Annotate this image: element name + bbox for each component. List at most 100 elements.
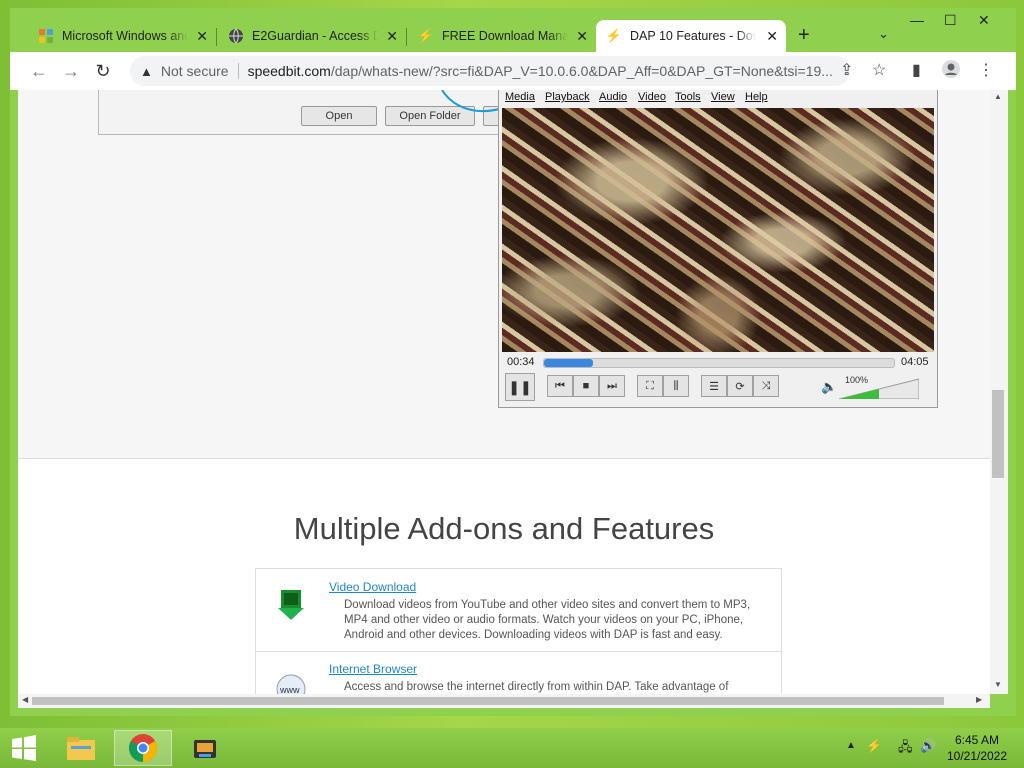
omnibox-divider	[237, 63, 239, 79]
share-icon[interactable]: ⇪	[840, 60, 853, 80]
total-time: 04:05	[901, 356, 929, 368]
close-window-button[interactable]: ✕	[978, 12, 990, 29]
folder-icon	[67, 737, 95, 760]
fullscreen-button[interactable]: ⛶	[637, 375, 663, 397]
equalizer-button[interactable]: ⫼	[663, 375, 689, 397]
section-title: Multiple Add-ons and Features	[293, 511, 715, 546]
tab-title: DAP 10 Features - Dow	[630, 29, 756, 43]
menu-kebab-icon[interactable]: ⋮	[978, 60, 994, 80]
horizontal-scrollbar[interactable]: ◀ ▶	[18, 694, 990, 708]
tab-free-download-manager[interactable]: ⚡ FREE Download Manag ✕	[408, 20, 596, 52]
url-text[interactable]: speedbit.com/dap/whats-new/?src=fi&DAP_V…	[248, 63, 838, 79]
tab-title: Microsoft Windows and	[62, 29, 188, 43]
vertical-scroll-thumb[interactable]	[992, 390, 1004, 478]
page-viewport: Open Open Folder Media Playback Audio Vi…	[18, 90, 990, 694]
tab-separator	[406, 28, 407, 46]
tab-title: FREE Download Manag	[442, 29, 568, 43]
dap-taskbar-button[interactable]	[176, 730, 234, 766]
playlist-button[interactable]: ☰	[701, 375, 727, 397]
menu-playback[interactable]: Playback	[545, 91, 590, 103]
video-frame[interactable]	[502, 108, 934, 352]
file-explorer-button[interactable]	[52, 730, 110, 766]
scroll-up-arrow-icon[interactable]: ▲	[994, 92, 1002, 101]
minimize-button[interactable]: —	[910, 12, 924, 28]
tab-e2guardian[interactable]: E2Guardian - Access De ✕	[218, 20, 406, 52]
chrome-icon	[129, 734, 157, 762]
features-list: Video Download Download videos from YouT…	[255, 568, 782, 694]
loop-button[interactable]: ⟳	[727, 375, 753, 397]
scroll-right-arrow-icon[interactable]: ▶	[976, 695, 982, 704]
dap-lightning-icon: ⚡	[605, 28, 623, 43]
open-button[interactable]: Open	[301, 106, 377, 126]
pause-button[interactable]: ❚❚	[505, 373, 535, 401]
media-player-window: Media Playback Audio Video Tools View He…	[498, 90, 938, 408]
side-panel-icon[interactable]: ▮	[912, 60, 921, 80]
feature-description: Download videos from YouTube and other v…	[344, 599, 751, 641]
scroll-down-arrow-icon[interactable]: ▼	[994, 680, 1002, 689]
dap-app-icon	[194, 740, 216, 758]
back-arrow-icon[interactable]: ←	[28, 60, 50, 82]
address-bar[interactable]: ▲ Not secure speedbit.com/dap/whats-new/…	[130, 56, 850, 86]
profile-avatar-icon[interactable]	[942, 60, 960, 83]
dap-tray-icon[interactable]: ⚡	[866, 738, 882, 754]
network-icon[interactable]: 🖧	[898, 738, 913, 760]
player-controls: ❚❚ ⏮ ■ ⏭ ⛶ ⫼ ☰ ⟳ ⤨ 🔈 100%	[499, 373, 937, 405]
scroll-left-arrow-icon[interactable]: ◀	[22, 695, 28, 704]
close-icon[interactable]: ✕	[196, 28, 208, 45]
maximize-button[interactable]: ☐	[944, 12, 957, 29]
previous-button[interactable]: ⏮	[547, 375, 573, 397]
tab-dap-features[interactable]: ⚡ DAP 10 Features - Dow ✕	[596, 20, 786, 52]
volume-tray-icon[interactable]: 🔊	[920, 738, 936, 754]
video-download-icon	[274, 588, 308, 622]
start-button[interactable]	[2, 730, 46, 766]
menu-tools[interactable]: Tools	[675, 91, 701, 103]
tab-microsoft-windows[interactable]: Microsoft Windows and ✕	[28, 20, 216, 52]
internet-browser-link[interactable]: Internet Browser	[329, 662, 417, 676]
close-icon[interactable]: ✕	[386, 28, 398, 45]
new-tab-button[interactable]: +	[798, 24, 810, 47]
taskbar: ▲ ⚡ 🖧 🔊 6:45 AM 10/21/2022	[0, 728, 1024, 768]
vertical-scrollbar[interactable]: ▲ ▼	[990, 90, 1008, 694]
seek-bar[interactable]	[543, 358, 895, 368]
stop-button[interactable]: ■	[573, 375, 599, 397]
url-host: speedbit.com	[247, 63, 331, 79]
menu-view[interactable]: View	[711, 91, 735, 103]
time-bar: 00:34 04:05	[499, 354, 937, 370]
tab-search-chevron-icon[interactable]: ⌄	[878, 26, 889, 42]
reload-icon[interactable]: ↻	[92, 60, 114, 82]
menu-audio[interactable]: Audio	[599, 91, 627, 103]
security-label[interactable]: Not secure	[161, 63, 229, 79]
tab-strip: Microsoft Windows and ✕ E2Guardian - Acc…	[10, 8, 1016, 54]
elapsed-time: 00:34	[507, 356, 535, 368]
menu-media[interactable]: Media	[505, 91, 535, 103]
close-icon[interactable]: ✕	[576, 28, 588, 45]
close-icon[interactable]: ✕	[766, 28, 778, 45]
globe-icon	[228, 28, 244, 44]
clock-date: 10/21/2022	[946, 749, 1008, 763]
features-section: Multiple Add-ons and Features Video Down…	[18, 459, 990, 694]
warning-triangle-icon[interactable]: ▲	[140, 64, 153, 79]
chrome-taskbar-button[interactable]	[114, 730, 172, 766]
system-clock[interactable]: 6:45 AM 10/21/2022	[942, 732, 1012, 764]
speaker-icon[interactable]: 🔈	[821, 379, 837, 395]
clock-time: 6:45 AM	[954, 733, 1000, 747]
next-button[interactable]: ⏭	[599, 375, 625, 397]
video-download-link[interactable]: Video Download	[329, 580, 416, 594]
windows-logo-icon	[12, 735, 36, 761]
tray-overflow-chevron-icon[interactable]: ▲	[846, 740, 856, 751]
tab-title: E2Guardian - Access De	[252, 29, 378, 43]
office-icon	[38, 28, 54, 44]
tab-separator	[216, 28, 217, 46]
shuffle-button[interactable]: ⤨	[753, 375, 779, 397]
bookmark-star-icon[interactable]: ☆	[872, 60, 886, 80]
menu-video[interactable]: Video	[638, 91, 666, 103]
seek-progress	[544, 359, 593, 367]
volume-slider[interactable]: 100%	[838, 375, 920, 400]
volume-label: 100%	[845, 375, 869, 385]
forward-arrow-icon[interactable]: →	[60, 60, 82, 82]
horizontal-scroll-thumb[interactable]	[32, 697, 944, 705]
menu-help[interactable]: Help	[745, 91, 768, 103]
player-menubar: Media Playback Audio Video Tools View He…	[499, 90, 937, 107]
browser-toolbar: ← → ↻ ▲ Not secure speedbit.com/dap/what…	[10, 52, 1016, 90]
dap-lightning-icon: ⚡	[417, 28, 435, 43]
